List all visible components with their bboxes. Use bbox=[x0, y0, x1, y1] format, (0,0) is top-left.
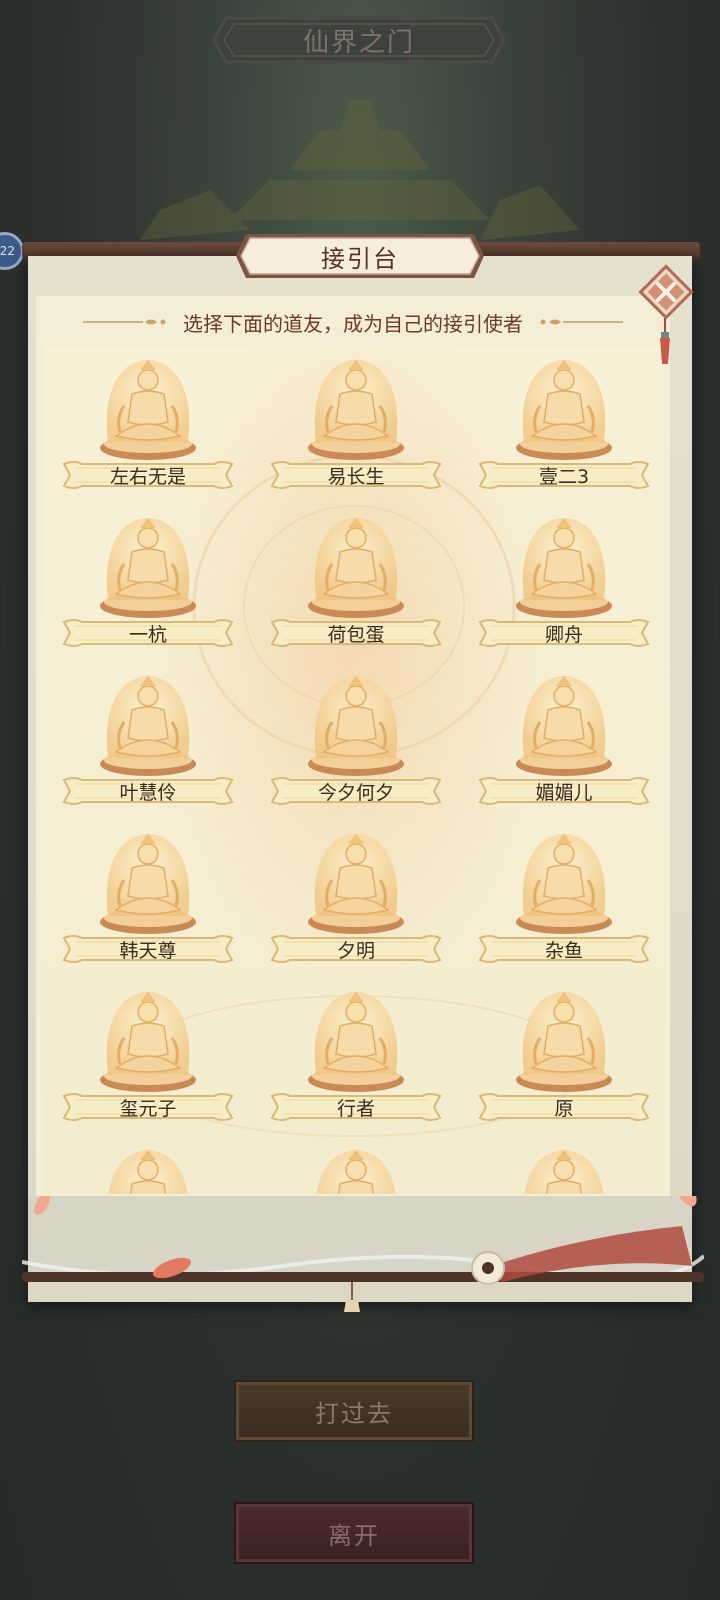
statue-icon bbox=[510, 350, 618, 468]
player-card[interactable]: 荷包蛋 bbox=[268, 508, 444, 658]
player-card[interactable]: 左右无是 bbox=[60, 350, 236, 500]
player-card[interactable]: 玺元子 bbox=[60, 982, 236, 1132]
player-card[interactable]: 韩天尊 bbox=[60, 824, 236, 974]
player-name: 荷包蛋 bbox=[327, 623, 385, 646]
player-card[interactable]: 壹二3 bbox=[476, 350, 652, 500]
player-grid[interactable]: 左右无是 易长生 壹二3 一杭 荷包蛋 卿舟 叶慧伶 今夕何夕 媚媚儿 韩天尊 … bbox=[44, 346, 664, 1194]
player-name: 原 bbox=[554, 1097, 574, 1120]
statue-icon bbox=[94, 666, 202, 784]
player-name: 一杭 bbox=[128, 623, 167, 646]
player-name: 易长生 bbox=[327, 465, 385, 488]
panel-title-plaque: 接引台 bbox=[234, 232, 486, 280]
player-card[interactable]: 媚媚儿 bbox=[476, 666, 652, 816]
player-card[interactable]: 行者 bbox=[268, 982, 444, 1132]
statue-icon bbox=[510, 982, 618, 1100]
scroll-bottom-ornament bbox=[22, 1196, 704, 1312]
statue-icon bbox=[510, 508, 618, 626]
player-card[interactable]: 杂鱼 bbox=[476, 824, 652, 974]
player-name: 今夕何夕 bbox=[317, 781, 394, 804]
panel-title-text: 接引台 bbox=[321, 244, 399, 273]
top-title-plaque: 仙界之门 bbox=[212, 14, 506, 66]
player-card[interactable]: 一杭 bbox=[60, 508, 236, 658]
player-name: 壹二3 bbox=[538, 465, 590, 488]
right-cloud-ornament-icon bbox=[540, 319, 623, 325]
subtitle-row: 选择下面的道友，成为自己的接引使者 bbox=[36, 300, 670, 344]
statue-icon bbox=[302, 1140, 410, 1194]
fight-button[interactable]: 打过去 bbox=[234, 1380, 474, 1442]
tassel-icon bbox=[660, 318, 670, 364]
player-name: 卿舟 bbox=[544, 623, 583, 646]
player-name: 叶慧伶 bbox=[119, 781, 177, 804]
player-card[interactable]: 夕明 bbox=[268, 824, 444, 974]
player-name: 杂鱼 bbox=[544, 939, 583, 962]
statue-icon bbox=[94, 982, 202, 1100]
statue-icon bbox=[302, 666, 410, 784]
player-name: 行者 bbox=[336, 1097, 375, 1120]
left-cloud-ornament-icon bbox=[83, 319, 166, 325]
player-name: 夕明 bbox=[336, 939, 375, 962]
player-card[interactable]: 易长生 bbox=[268, 350, 444, 500]
top-title-text: 仙界之门 bbox=[302, 27, 415, 58]
player-card[interactable] bbox=[60, 1140, 236, 1194]
player-card[interactable]: 叶慧伶 bbox=[60, 666, 236, 816]
statue-icon bbox=[510, 824, 618, 942]
statue-icon bbox=[510, 1140, 618, 1194]
statue-icon bbox=[510, 666, 618, 784]
statue-icon bbox=[302, 350, 410, 468]
player-card[interactable]: 今夕何夕 bbox=[268, 666, 444, 816]
statue-icon bbox=[302, 982, 410, 1100]
statue-icon bbox=[94, 350, 202, 468]
player-name: 媚媚儿 bbox=[535, 781, 593, 804]
player-card[interactable] bbox=[268, 1140, 444, 1194]
player-name: 玺元子 bbox=[119, 1097, 177, 1120]
close-icon[interactable] bbox=[636, 262, 696, 322]
panel-subtitle: 选择下面的道友，成为自己的接引使者 bbox=[183, 311, 523, 336]
statue-icon bbox=[302, 508, 410, 626]
player-card[interactable]: 卿舟 bbox=[476, 508, 652, 658]
leave-button[interactable]: 离开 bbox=[234, 1502, 474, 1564]
statue-icon bbox=[94, 508, 202, 626]
pagoda-silhouette bbox=[140, 100, 580, 240]
player-name: 左右无是 bbox=[109, 465, 186, 488]
player-name: 韩天尊 bbox=[119, 939, 177, 962]
player-card[interactable]: 原 bbox=[476, 982, 652, 1132]
statue-icon bbox=[94, 824, 202, 942]
player-card[interactable] bbox=[476, 1140, 652, 1194]
statue-icon bbox=[94, 1140, 202, 1194]
statue-icon bbox=[302, 824, 410, 942]
